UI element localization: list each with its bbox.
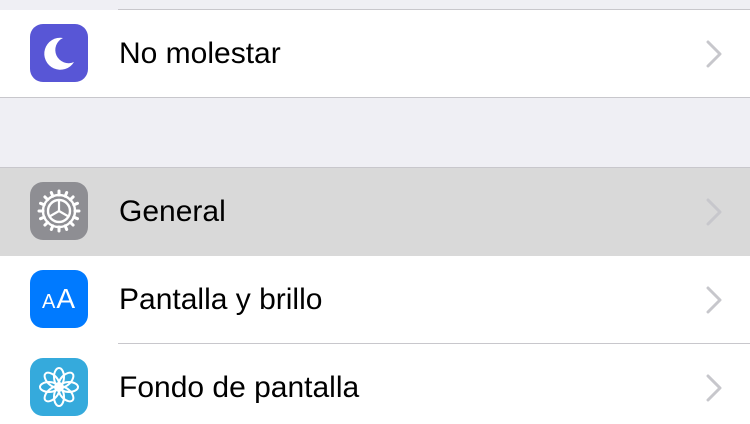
settings-row-pantalla-y-brillo[interactable]: AA Pantalla y brillo [0,256,750,344]
chevron-right-icon [706,198,722,226]
text-size-glyph: AA [41,283,77,314]
settings-row-label: Pantalla y brillo [119,283,323,316]
settings-screen: No molestar General AA Pantalla y brillo… [0,0,750,424]
gear-icon [30,182,88,240]
chevron-right-icon [706,40,722,68]
settings-row-general[interactable]: General [0,168,750,256]
settings-row-fondo-de-pantalla[interactable]: Fondo de pantalla [0,344,750,424]
settings-row-label: Fondo de pantalla [119,371,360,404]
group-separator-bottom [0,97,750,98]
text-size-icon: AA [30,270,88,328]
flower-icon [30,358,88,416]
chevron-right-icon [706,374,722,402]
settings-row-no-molestar[interactable]: No molestar [0,10,750,98]
moon-icon [30,24,88,82]
chevron-right-icon [706,286,722,314]
settings-row-label: No molestar [119,37,281,70]
settings-row-label: General [119,195,226,228]
